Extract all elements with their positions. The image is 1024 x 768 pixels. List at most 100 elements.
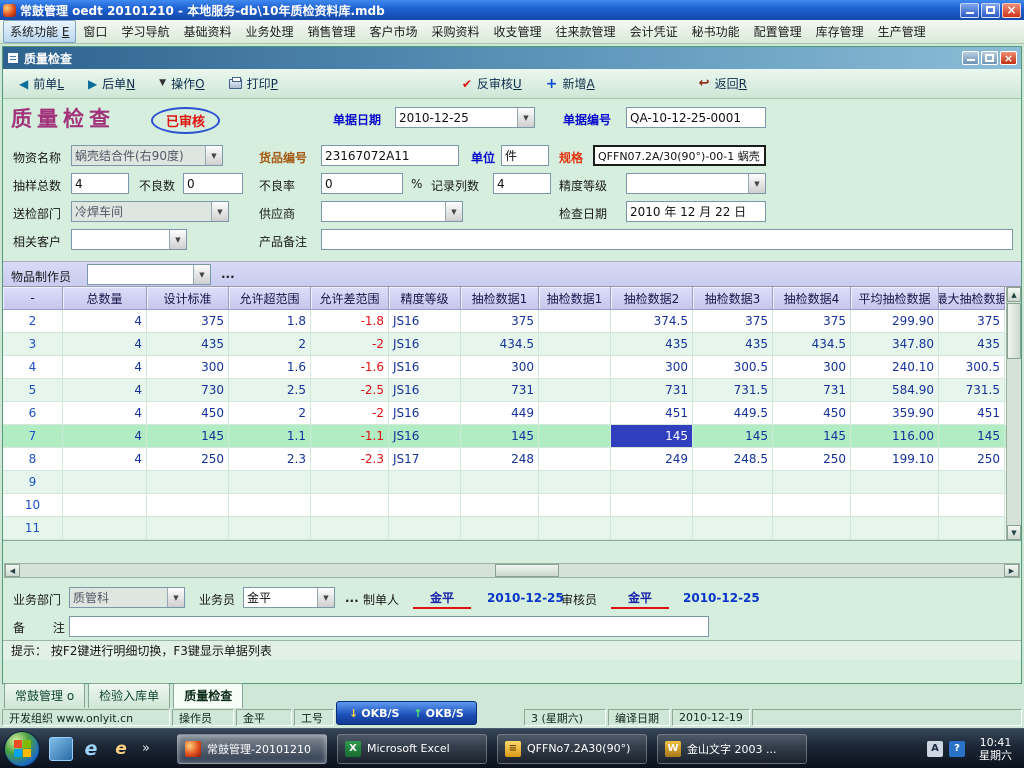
grid-cell[interactable]: 375: [461, 310, 539, 333]
grid-cell[interactable]: 731.5: [693, 379, 773, 402]
material-select[interactable]: 蜗壳结合件(右90度) ▼: [71, 145, 223, 166]
grid-cell[interactable]: [63, 471, 147, 494]
grid-cell[interactable]: [389, 494, 461, 517]
maker-select[interactable]: ▼: [87, 264, 211, 285]
grid-cell[interactable]: [229, 517, 311, 540]
grid-cell[interactable]: [611, 517, 693, 540]
grid-cell[interactable]: 145: [939, 425, 1005, 448]
menu-item-6[interactable]: 客户市场: [363, 20, 425, 43]
grid-cell[interactable]: 199.10: [851, 448, 939, 471]
menu-item-1[interactable]: 窗口: [76, 20, 114, 43]
grid-cell[interactable]: [147, 471, 229, 494]
salesman-more[interactable]: ...: [345, 591, 359, 605]
grid-cell[interactable]: 1.6: [229, 356, 311, 379]
grid-cell[interactable]: 4: [63, 310, 147, 333]
taskbar-button-1[interactable]: XMicrosoft Excel: [337, 734, 487, 764]
chevron-down-icon[interactable]: ▼: [193, 265, 210, 284]
grid-cell[interactable]: 10: [3, 494, 63, 517]
check-date-input[interactable]: 2010 年 12 月 22 日: [626, 201, 766, 222]
grid-cell[interactable]: 347.80: [851, 333, 939, 356]
menu-item-4[interactable]: 业务处理: [238, 20, 300, 43]
grid-cell[interactable]: -2.3: [311, 448, 389, 471]
grid-cell[interactable]: 1.8: [229, 310, 311, 333]
chevron-down-icon[interactable]: ▼: [205, 146, 222, 165]
grid-cell[interactable]: 2: [229, 333, 311, 356]
child-close-icon[interactable]: ×: [1000, 51, 1017, 65]
menu-item-0[interactable]: 系统功能 E: [3, 20, 76, 43]
grid-cell[interactable]: 8: [3, 448, 63, 471]
scroll-left-icon[interactable]: ◀: [5, 564, 20, 577]
taskbar-clock[interactable]: 10:41 星期六: [979, 736, 1012, 762]
grid-cell[interactable]: 299.90: [851, 310, 939, 333]
grid-cell[interactable]: [147, 517, 229, 540]
grid-cell[interactable]: 6: [3, 402, 63, 425]
chevron-down-icon[interactable]: ▼: [317, 588, 334, 607]
grid-cell[interactable]: [851, 517, 939, 540]
biz-dept-select[interactable]: 质管科 ▼: [69, 587, 185, 608]
grid-cell[interactable]: 4: [63, 379, 147, 402]
grid-cell[interactable]: [389, 517, 461, 540]
window-icon[interactable]: [49, 737, 73, 761]
close-icon[interactable]: ×: [1002, 3, 1021, 18]
menu-item-9[interactable]: 往来款管理: [549, 20, 623, 43]
menu-item-5[interactable]: 销售管理: [300, 20, 362, 43]
grid-cell[interactable]: 435: [147, 333, 229, 356]
grid-cell[interactable]: 375: [693, 310, 773, 333]
grid-cell[interactable]: [773, 517, 851, 540]
browser-icon[interactable]: e: [109, 737, 133, 761]
toolbar-button-5[interactable]: +新增A: [538, 70, 603, 97]
grid-cell[interactable]: 375: [939, 310, 1005, 333]
grid-cell[interactable]: 435: [939, 333, 1005, 356]
toolbar-button-1[interactable]: ▶后单N: [80, 70, 143, 97]
scroll-right-icon[interactable]: ▶: [1004, 564, 1019, 577]
product-note-input[interactable]: [321, 229, 1013, 250]
grid-cell[interactable]: 4: [63, 356, 147, 379]
scroll-down-icon[interactable]: ▼: [1007, 525, 1021, 540]
sample-total-input[interactable]: 4: [71, 173, 129, 194]
grid-column-header-4[interactable]: 允许差范围: [311, 287, 389, 310]
chevron-down-icon[interactable]: ▼: [748, 174, 765, 193]
menu-item-3[interactable]: 基础资料: [176, 20, 238, 43]
grid-cell[interactable]: 145: [693, 425, 773, 448]
horizontal-scrollbar[interactable]: ◀ ▶: [4, 563, 1020, 578]
grid-cell[interactable]: -2: [311, 333, 389, 356]
toolbar-button-3[interactable]: 打印P: [221, 70, 286, 97]
grid-cell[interactable]: 450: [147, 402, 229, 425]
menu-item-13[interactable]: 库存管理: [809, 20, 871, 43]
supplier-select[interactable]: ▼: [321, 201, 463, 222]
grid-cell[interactable]: [63, 517, 147, 540]
grid-cell[interactable]: JS16: [389, 379, 461, 402]
grid-cell[interactable]: [539, 425, 611, 448]
salesman-select[interactable]: 金平 ▼: [243, 587, 335, 608]
grid-cell[interactable]: 145: [611, 425, 693, 448]
grid-cell[interactable]: -1.6: [311, 356, 389, 379]
child-minimize-icon[interactable]: [962, 51, 979, 65]
minimize-icon[interactable]: [960, 3, 979, 18]
grid-cell[interactable]: [461, 494, 539, 517]
grid-cell[interactable]: 4: [63, 448, 147, 471]
ie-icon[interactable]: e: [79, 737, 103, 761]
grid-column-header-11[interactable]: 平均抽检数据: [851, 287, 939, 310]
grid-cell[interactable]: 250: [773, 448, 851, 471]
grid-cell[interactable]: 375: [773, 310, 851, 333]
grid-cell[interactable]: [539, 448, 611, 471]
chevron-down-icon[interactable]: ▼: [169, 230, 186, 249]
grid-cell[interactable]: 300: [147, 356, 229, 379]
grid-column-header-1[interactable]: 总数量: [63, 287, 147, 310]
grid-cell[interactable]: -2.5: [311, 379, 389, 402]
grid-cell[interactable]: [939, 471, 1005, 494]
grid-cell[interactable]: 731.5: [939, 379, 1005, 402]
item-no-input[interactable]: 23167072A11: [321, 145, 459, 166]
grid-cell[interactable]: 2.3: [229, 448, 311, 471]
chevron-down-icon[interactable]: ▼: [517, 108, 534, 127]
grid-cell[interactable]: [229, 471, 311, 494]
tab-0[interactable]: 常鼓管理 o: [4, 683, 85, 708]
grid-cell[interactable]: 434.5: [773, 333, 851, 356]
grid-cell[interactable]: 1.1: [229, 425, 311, 448]
spec-input[interactable]: QFFN07.2A/30(90°)-00-1 蜗壳: [593, 145, 766, 166]
chevron-icon[interactable]: »: [139, 737, 153, 761]
grid-cell[interactable]: 249: [611, 448, 693, 471]
grid-cell[interactable]: 145: [773, 425, 851, 448]
grid-cell[interactable]: 300: [461, 356, 539, 379]
menu-item-7[interactable]: 采购资料: [425, 20, 487, 43]
